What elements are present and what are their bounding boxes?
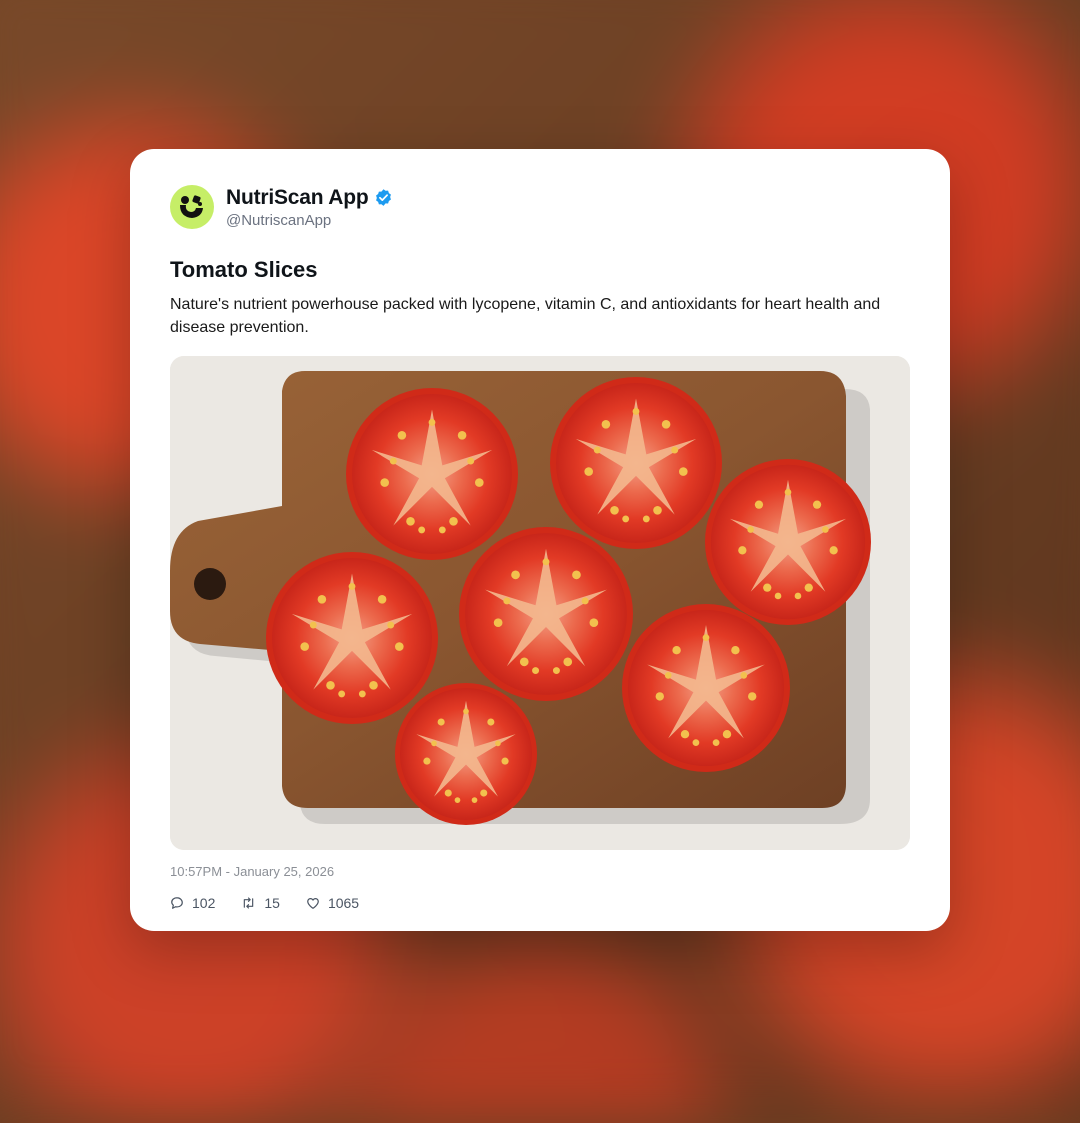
- account-names: NutriScan App @NutriscanApp: [226, 186, 393, 229]
- retweet-icon: [244, 897, 254, 909]
- nutriscan-logo-icon: [180, 195, 203, 218]
- like-count: 1065: [327, 895, 360, 911]
- post-timestamp[interactable]: 10:57PM - January 25, 2026: [170, 864, 910, 879]
- account-handle[interactable]: @NutriscanApp: [226, 212, 393, 229]
- post-card: NutriScan App @NutriscanApp Tomato Slice…: [130, 149, 950, 931]
- post-title: Tomato Slices: [170, 257, 318, 282]
- reply-button[interactable]: 102: [170, 895, 215, 911]
- heart-icon: [307, 898, 319, 909]
- comment-icon: [171, 897, 183, 909]
- like-button[interactable]: 1065: [306, 895, 359, 911]
- retweet-count: 15: [264, 895, 280, 911]
- post-image[interactable]: [170, 356, 910, 850]
- post-header: NutriScan App @NutriscanApp: [170, 183, 910, 231]
- tomato-photo-illustration: [170, 356, 910, 850]
- post-description: Nature's nutrient powerhouse packed with…: [170, 296, 881, 336]
- name-row: NutriScan App: [226, 186, 393, 210]
- reply-count: 102: [192, 895, 216, 911]
- account-name[interactable]: NutriScan App: [226, 186, 369, 210]
- avatar[interactable]: [170, 185, 214, 229]
- verified-badge-icon: [376, 189, 392, 206]
- retweet-button[interactable]: 15: [241, 895, 280, 911]
- post-actions: 102 15 1065: [170, 895, 910, 911]
